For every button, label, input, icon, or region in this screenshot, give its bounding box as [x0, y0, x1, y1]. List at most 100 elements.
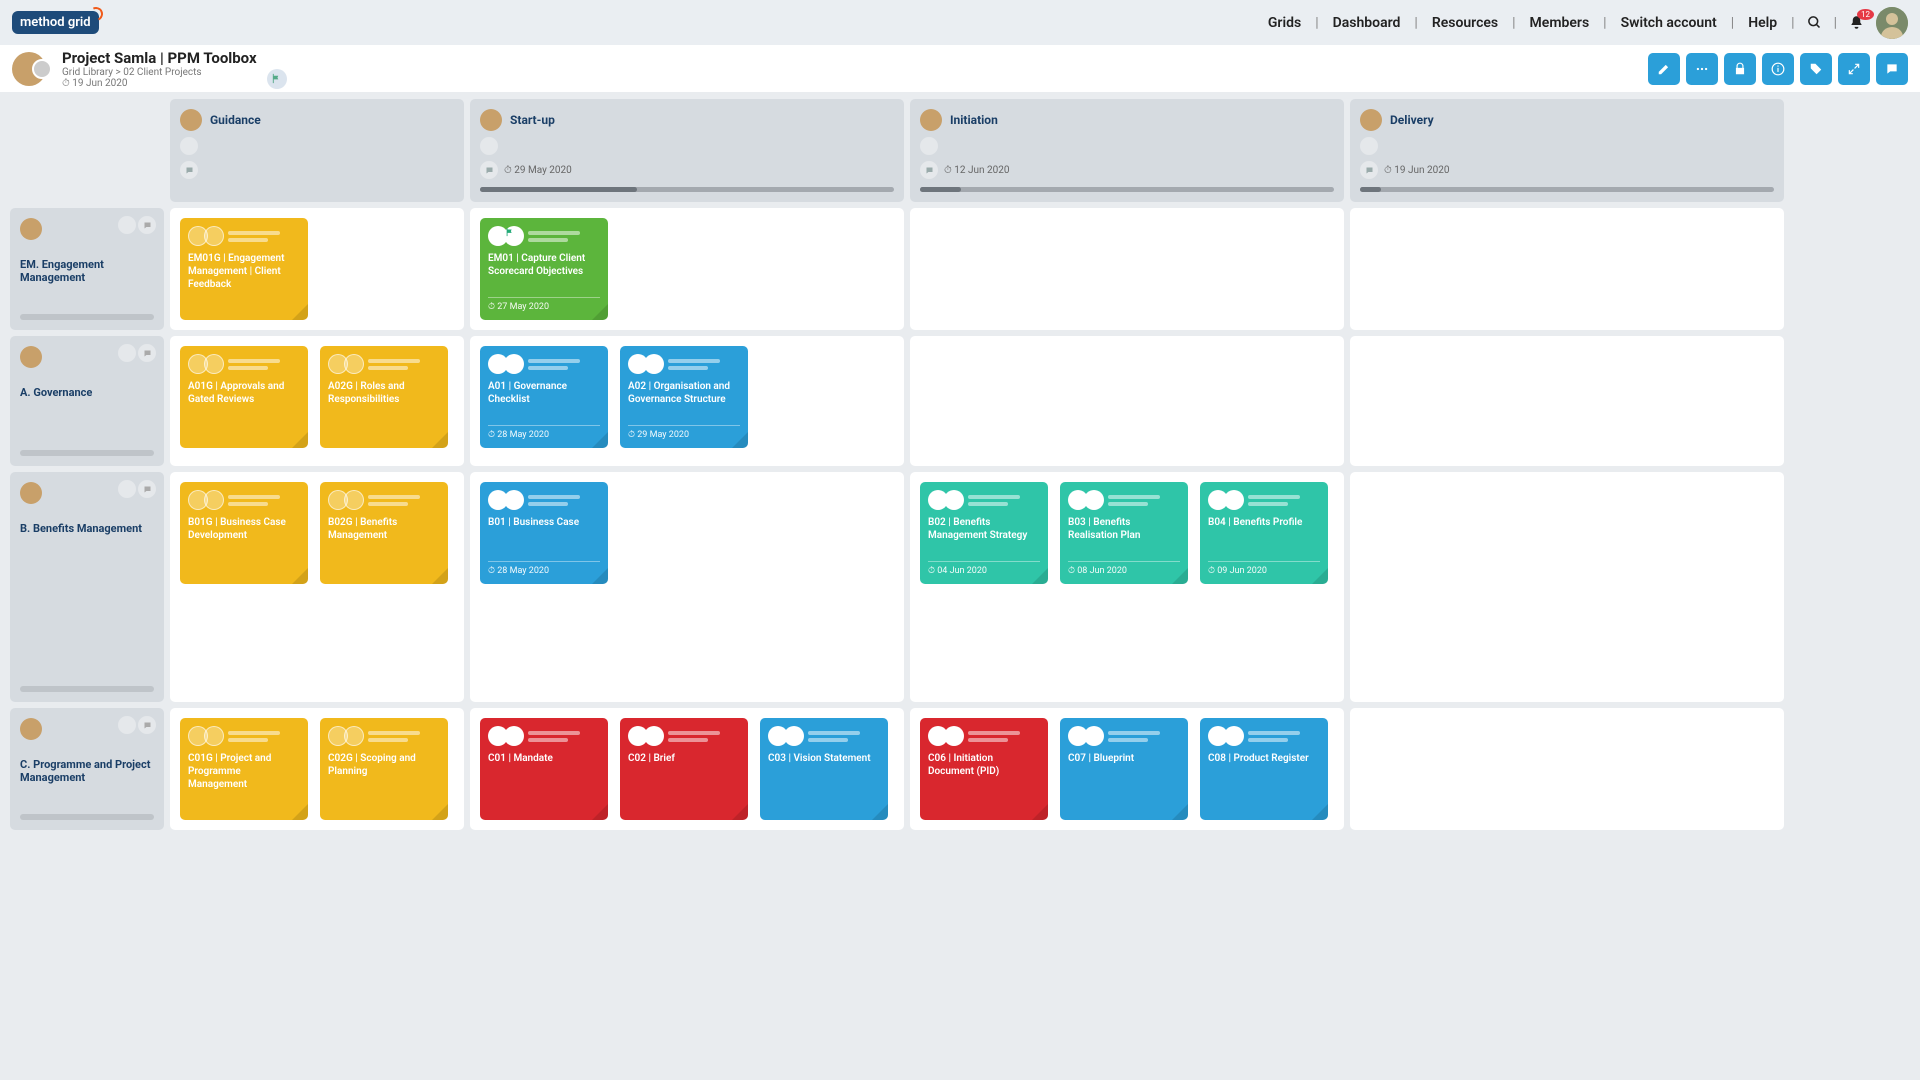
row-owner-avatar[interactable]	[20, 346, 42, 368]
grid-cell[interactable]: C01G | Project and Programme Management …	[170, 708, 464, 830]
row-header[interactable]: C. Programme and Project Management	[10, 708, 164, 830]
grid-cell[interactable]: A01 | Governance Checklist ⏱ 28 May 2020…	[470, 336, 904, 466]
row-header[interactable]: A. Governance	[10, 336, 164, 466]
grid-cell[interactable]: A01G | Approvals and Gated Reviews A02G …	[170, 336, 464, 466]
edit-button[interactable]	[1648, 53, 1680, 85]
card[interactable]: C02 | Brief	[620, 718, 748, 820]
flag-icon[interactable]	[267, 69, 287, 89]
card[interactable]: A01G | Approvals and Gated Reviews	[180, 346, 308, 448]
row-meta-icon[interactable]	[118, 480, 136, 498]
search-icon[interactable]	[1803, 15, 1826, 30]
card[interactable]: C06 | Initiation Document (PID)	[920, 718, 1048, 820]
row-owner-avatar[interactable]	[20, 218, 42, 240]
column-chat-icon[interactable]	[480, 161, 498, 179]
card-avatar-2[interactable]	[944, 726, 964, 746]
grid-cell[interactable]	[1350, 472, 1784, 702]
column-header[interactable]: Initiation ⏱ 12 Jun 2020	[910, 99, 1344, 202]
card-avatar-2[interactable]	[1084, 490, 1104, 510]
card-avatar-2[interactable]	[644, 726, 664, 746]
card-avatar-2[interactable]	[204, 726, 224, 746]
column-owner-avatar[interactable]	[1360, 109, 1382, 131]
card-avatar-2[interactable]	[204, 490, 224, 510]
grid-cell[interactable]: EM01G | Engagement Management | Client F…	[170, 208, 464, 330]
card-avatar-2[interactable]	[644, 354, 664, 374]
card[interactable]: B03 | Benefits Realisation Plan ⏱ 08 Jun…	[1060, 482, 1188, 584]
card[interactable]: C07 | Blueprint	[1060, 718, 1188, 820]
card[interactable]: B01G | Business Case Development	[180, 482, 308, 584]
card-avatar-2[interactable]	[204, 354, 224, 374]
row-header[interactable]: EM. Engagement Management	[10, 208, 164, 330]
card[interactable]: C03 | Vision Statement	[760, 718, 888, 820]
card[interactable]: EM01 | Capture Client Scorecard Objectiv…	[480, 218, 608, 320]
comment-button[interactable]	[1876, 53, 1908, 85]
card-avatar-2[interactable]	[784, 726, 804, 746]
card[interactable]: B02 | Benefits Management Strategy ⏱ 04 …	[920, 482, 1048, 584]
card[interactable]: A02G | Roles and Responsibilities	[320, 346, 448, 448]
column-header[interactable]: Guidance	[170, 99, 464, 202]
nav-grids[interactable]: Grids	[1262, 15, 1307, 31]
nav-switch-account[interactable]: Switch account	[1615, 15, 1723, 31]
grid-cell[interactable]: B01G | Business Case Development B02G | …	[170, 472, 464, 702]
notifications-icon[interactable]: 12	[1845, 15, 1868, 30]
row-meta-icon[interactable]	[118, 716, 136, 734]
column-meta-icon[interactable]	[1360, 137, 1378, 155]
card[interactable]: B02G | Benefits Management	[320, 482, 448, 584]
card[interactable]: EM01G | Engagement Management | Client F…	[180, 218, 308, 320]
nav-resources[interactable]: Resources	[1426, 15, 1504, 31]
lock-button[interactable]	[1724, 53, 1756, 85]
grid-cell[interactable]	[1350, 208, 1784, 330]
grid-cell[interactable]	[1350, 708, 1784, 830]
card[interactable]: A02 | Organisation and Governance Struct…	[620, 346, 748, 448]
card[interactable]: C01 | Mandate	[480, 718, 608, 820]
card[interactable]: C02G | Scoping and Planning	[320, 718, 448, 820]
card-avatar-2[interactable]	[504, 726, 524, 746]
expand-button[interactable]	[1838, 53, 1870, 85]
card[interactable]: C08 | Product Register	[1200, 718, 1328, 820]
card[interactable]: B04 | Benefits Profile ⏱ 09 Jun 2020	[1200, 482, 1328, 584]
card-avatar-2[interactable]	[504, 226, 524, 246]
row-meta-icon[interactable]	[118, 216, 136, 234]
row-chat-icon[interactable]	[138, 344, 156, 362]
column-header[interactable]: Start-up ⏱ 29 May 2020	[470, 99, 904, 202]
nav-dashboard[interactable]: Dashboard	[1327, 15, 1407, 31]
grid-cell[interactable]	[910, 208, 1344, 330]
column-header[interactable]: Delivery ⏱ 19 Jun 2020	[1350, 99, 1784, 202]
column-chat-icon[interactable]	[1360, 161, 1378, 179]
breadcrumb[interactable]: Grid Library > 02 Client Projects	[62, 67, 202, 78]
card-avatar-2[interactable]	[344, 490, 364, 510]
grid-cell[interactable]: C06 | Initiation Document (PID) C07 | Bl…	[910, 708, 1344, 830]
row-chat-icon[interactable]	[138, 480, 156, 498]
grid-cell[interactable]: B01 | Business Case ⏱ 28 May 2020	[470, 472, 904, 702]
grid-cell[interactable]	[910, 336, 1344, 466]
card-avatar-2[interactable]	[204, 226, 224, 246]
column-meta-icon[interactable]	[480, 137, 498, 155]
card-avatar-2[interactable]	[1084, 726, 1104, 746]
nav-help[interactable]: Help	[1742, 15, 1783, 31]
column-chat-icon[interactable]	[920, 161, 938, 179]
column-owner-avatar[interactable]	[480, 109, 502, 131]
row-header[interactable]: B. Benefits Management	[10, 472, 164, 702]
card-avatar-2[interactable]	[344, 354, 364, 374]
info-button[interactable]	[1762, 53, 1794, 85]
column-chat-icon[interactable]	[180, 161, 198, 179]
grid-cell[interactable]: EM01 | Capture Client Scorecard Objectiv…	[470, 208, 904, 330]
nav-members[interactable]: Members	[1524, 15, 1596, 31]
card-avatar-2[interactable]	[1224, 490, 1244, 510]
card-avatar-2[interactable]	[344, 726, 364, 746]
row-chat-icon[interactable]	[138, 216, 156, 234]
column-meta-icon[interactable]	[920, 137, 938, 155]
grid-cell[interactable]: B02 | Benefits Management Strategy ⏱ 04 …	[910, 472, 1344, 702]
row-owner-avatar[interactable]	[20, 718, 42, 740]
more-button[interactable]	[1686, 53, 1718, 85]
tag-button[interactable]	[1800, 53, 1832, 85]
user-avatar[interactable]	[1876, 7, 1908, 39]
row-chat-icon[interactable]	[138, 716, 156, 734]
logo[interactable]: method grid	[12, 11, 99, 34]
column-owner-avatar[interactable]	[920, 109, 942, 131]
row-owner-avatar[interactable]	[20, 482, 42, 504]
grid-cell[interactable]: C01 | Mandate C02 | Brief C03 |	[470, 708, 904, 830]
grid-scroll[interactable]: Guidance Start-up ⏱ 29 May 2020 Initiati…	[0, 93, 1920, 1080]
owner-avatar-2[interactable]	[32, 59, 52, 79]
row-meta-icon[interactable]	[118, 344, 136, 362]
grid-cell[interactable]	[1350, 336, 1784, 466]
